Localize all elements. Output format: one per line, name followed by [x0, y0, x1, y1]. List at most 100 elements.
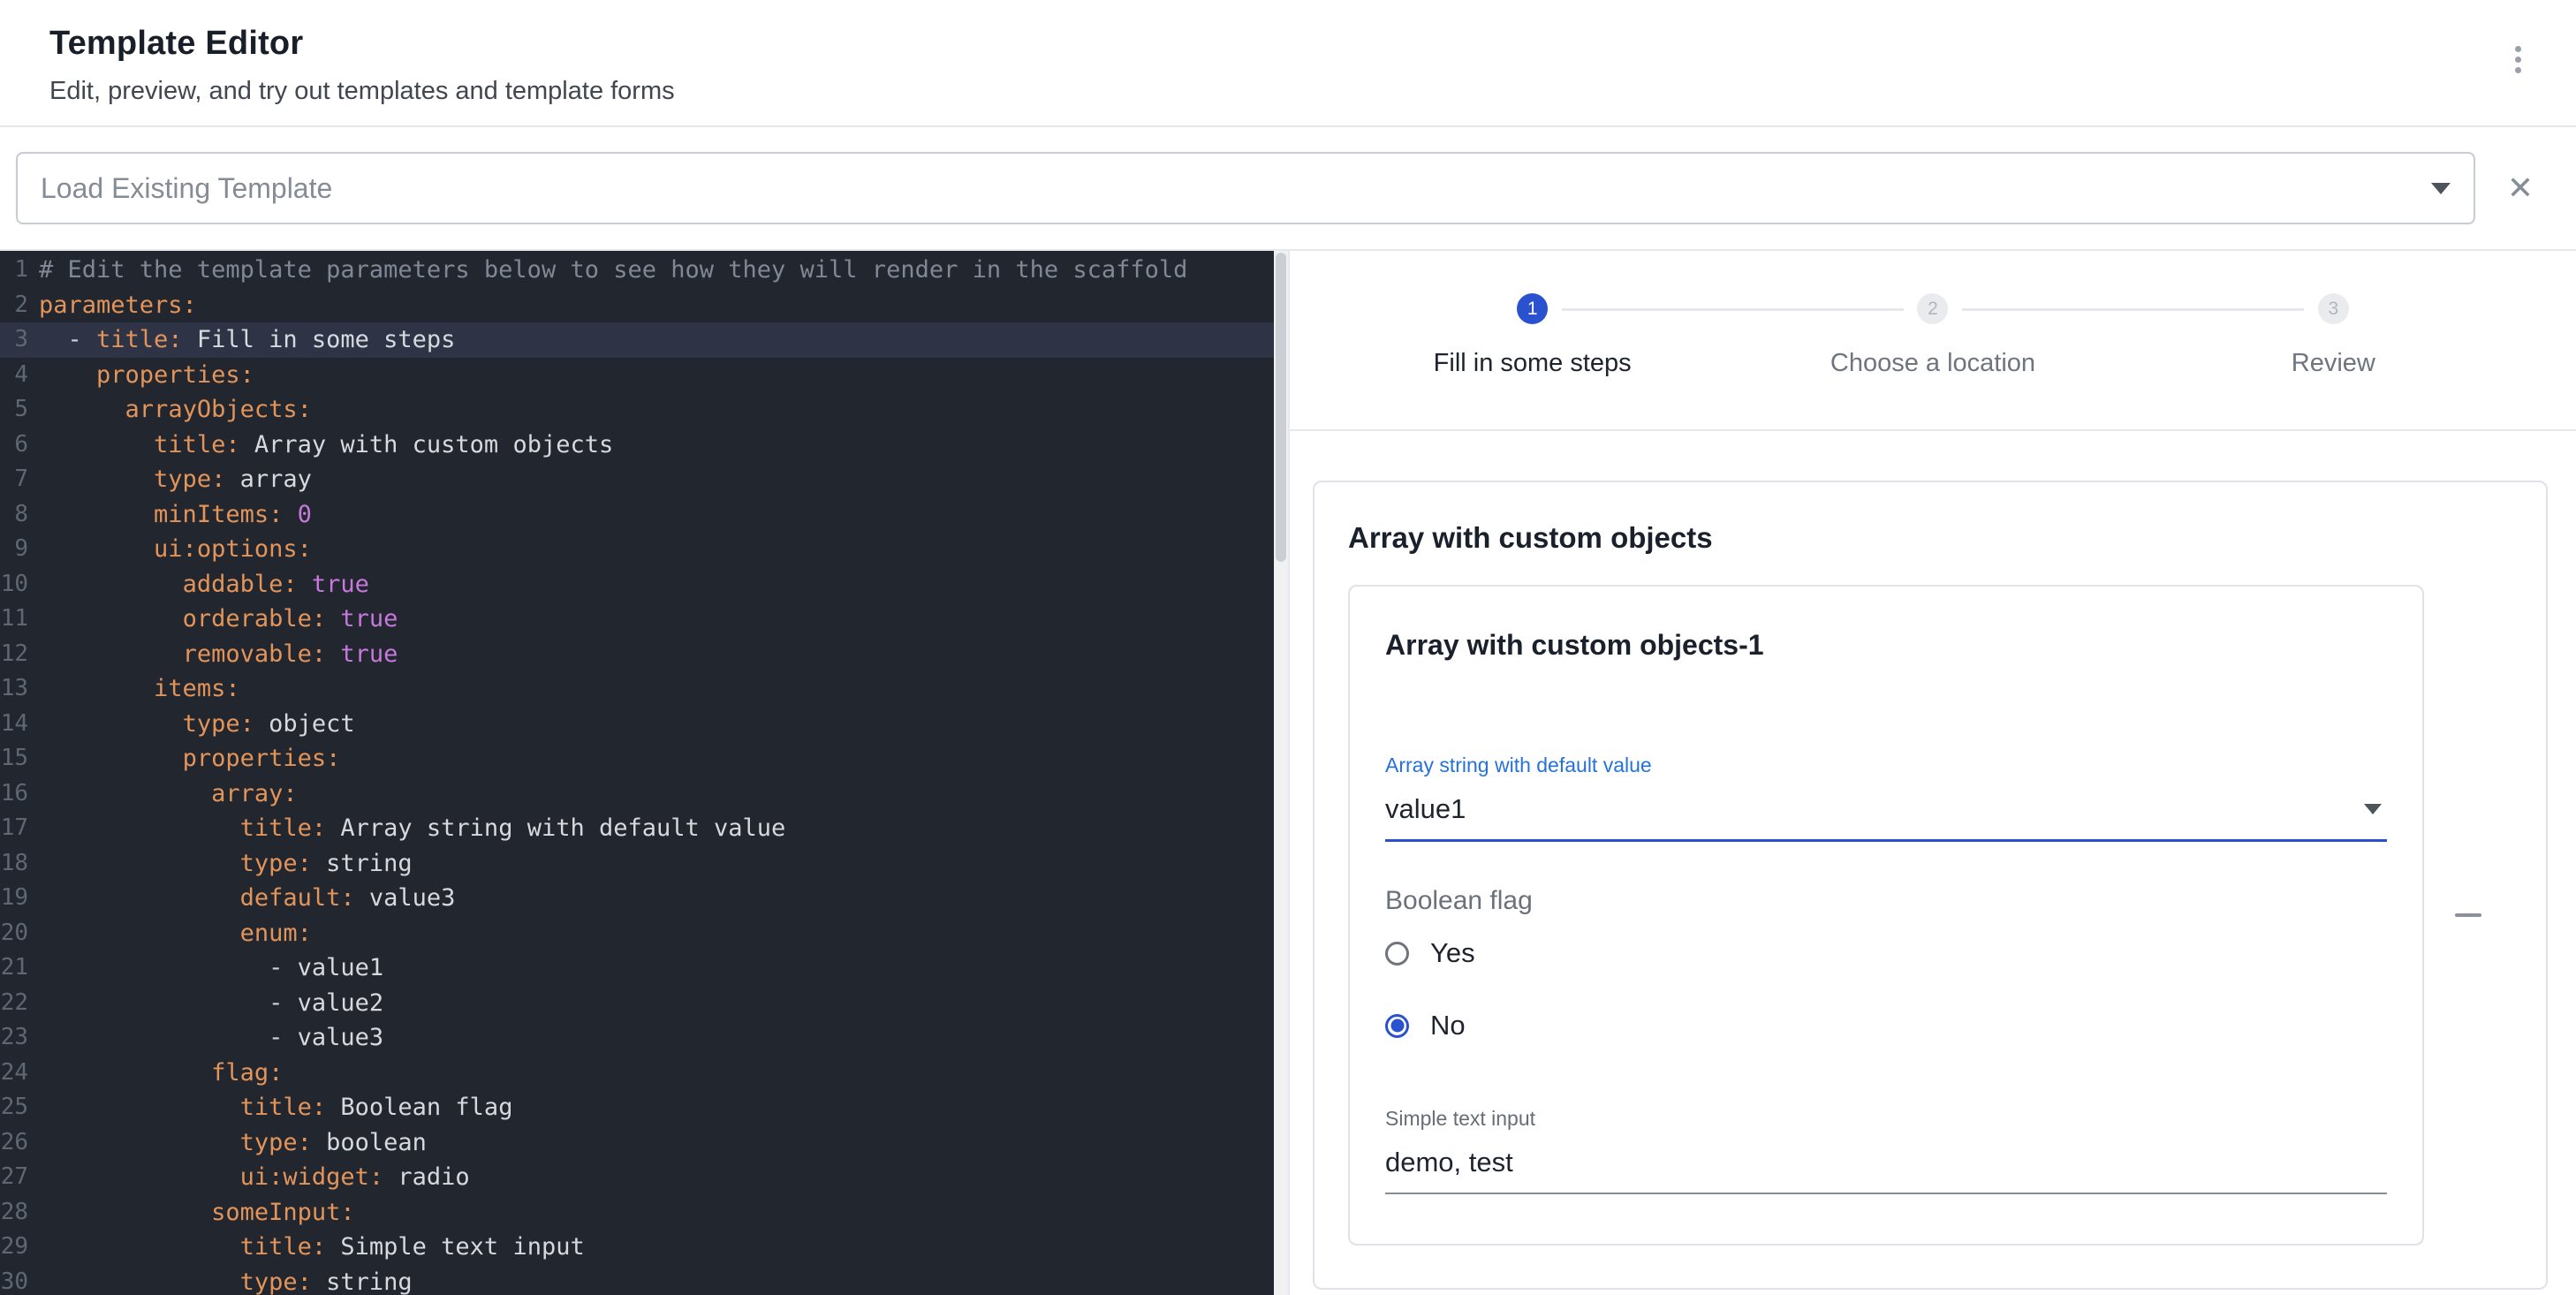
load-template-placeholder: Load Existing Template [41, 172, 2431, 205]
line-number: 10 [0, 567, 28, 602]
step-circle: 1 [1517, 293, 1548, 324]
code-line[interactable]: 5 arrayObjects: [0, 392, 1274, 428]
array-section-title: Array with custom objects [1348, 521, 2512, 555]
close-icon: ✕ [2507, 170, 2534, 206]
radio-label: Yes [1430, 937, 1475, 969]
code-line[interactable]: 24 flag: [0, 1056, 1274, 1091]
code-line[interactable]: 2parameters: [0, 288, 1274, 323]
step-review[interactable]: 3 Review [2133, 293, 2534, 378]
radio-option-yes[interactable]: Yes [1385, 918, 2387, 988]
line-number: 21 [0, 950, 28, 986]
code-text: arrayObjects: [39, 392, 312, 428]
code-text: title: Array with custom objects [39, 428, 613, 463]
code-line[interactable]: 6 title: Array with custom objects [0, 428, 1274, 463]
line-number: 20 [0, 916, 28, 951]
line-number: 22 [0, 986, 28, 1021]
line-number: 27 [0, 1160, 28, 1195]
editor-scrollbar[interactable] [1274, 251, 1288, 1295]
step-circle: 2 [1917, 293, 1948, 324]
radio-option-no[interactable]: No [1385, 990, 2387, 1061]
code-line[interactable]: 30 type: string [0, 1265, 1274, 1295]
line-number: 1 [0, 253, 28, 288]
load-template-select[interactable]: Load Existing Template [16, 152, 2475, 224]
code-line[interactable]: 13 items: [0, 671, 1274, 707]
code-text: title: Boolean flag [39, 1090, 512, 1125]
minus-icon [2455, 913, 2481, 917]
code-line[interactable]: 4 properties: [0, 358, 1274, 393]
line-number: 30 [0, 1265, 28, 1295]
code-text: enum: [39, 916, 312, 951]
code-text: type: string [39, 846, 413, 882]
line-number: 8 [0, 497, 28, 533]
code-line[interactable]: 7 type: array [0, 462, 1274, 497]
code-line[interactable]: 3 - title: Fill in some steps [0, 322, 1274, 358]
code-line[interactable]: 12 removable: true [0, 637, 1274, 672]
step-label: Review [2292, 349, 2375, 378]
boolean-flag-label: Boolean flag [1385, 886, 2387, 916]
code-line[interactable]: 26 type: boolean [0, 1125, 1274, 1161]
code-line[interactable]: 8 minItems: 0 [0, 497, 1274, 533]
code-line[interactable]: 17 title: Array string with default valu… [0, 811, 1274, 846]
kebab-dot [2515, 57, 2521, 63]
code-text: type: boolean [39, 1125, 427, 1161]
line-number: 29 [0, 1230, 28, 1265]
dropdown-caret-icon [2364, 804, 2382, 814]
code-line[interactable]: 19 default: value3 [0, 881, 1274, 916]
code-text: type: string [39, 1265, 413, 1295]
code-line[interactable]: 22 - value2 [0, 986, 1274, 1021]
line-number: 9 [0, 532, 28, 567]
line-number: 18 [0, 846, 28, 882]
line-number: 11 [0, 602, 28, 637]
code-line[interactable]: 29 title: Simple text input [0, 1230, 1274, 1265]
step-choose-a-location[interactable]: 2 Choose a location [1732, 293, 2133, 378]
scrollbar-thumb[interactable] [1276, 253, 1286, 562]
code-line[interactable]: 20 enum: [0, 916, 1274, 951]
code-text: removable: true [39, 637, 398, 672]
code-text: type: array [39, 462, 312, 497]
code-line[interactable]: 11 orderable: true [0, 602, 1274, 637]
code-text: # Edit the template parameters below to … [39, 253, 1187, 288]
simple-text-input[interactable] [1385, 1147, 2387, 1194]
array-string-select[interactable]: value1 [1385, 793, 2387, 842]
line-number: 23 [0, 1020, 28, 1056]
code-line[interactable]: 23 - value3 [0, 1020, 1274, 1056]
line-number: 25 [0, 1090, 28, 1125]
remove-item-column [2424, 899, 2512, 931]
code-line[interactable]: 14 type: object [0, 707, 1274, 742]
code-text: - value2 [39, 986, 383, 1021]
kebab-menu-icon[interactable] [2510, 41, 2527, 79]
line-number: 24 [0, 1056, 28, 1091]
code-text: - title: Fill in some steps [39, 322, 455, 358]
code-text: addable: true [39, 567, 369, 602]
code-line[interactable]: 21 - value1 [0, 950, 1274, 986]
page-title: Template Editor [49, 23, 2527, 64]
remove-item-button[interactable] [2441, 899, 2496, 931]
kebab-dot [2515, 67, 2521, 73]
code-line[interactable]: 9 ui:options: [0, 532, 1274, 567]
line-number: 3 [0, 322, 28, 358]
simple-text-label: Simple text input [1385, 1107, 2387, 1131]
code-line[interactable]: 25 title: Boolean flag [0, 1090, 1274, 1125]
code-line[interactable]: 28 someInput: [0, 1195, 1274, 1231]
code-text: orderable: true [39, 602, 398, 637]
code-editor[interactable]: 1 # Edit the template parameters below to… [0, 251, 1288, 1295]
code-line[interactable]: 15 properties: [0, 741, 1274, 776]
line-number: 7 [0, 462, 28, 497]
dropdown-caret-icon [2431, 183, 2451, 194]
step-fill-in-some-steps[interactable]: 1 Fill in some steps [1332, 293, 1732, 378]
code-text: properties: [39, 741, 340, 776]
form-preview: Array with custom objects Array with cus… [1290, 431, 2576, 1295]
code-lines[interactable]: 1 # Edit the template parameters below to… [0, 251, 1274, 1295]
code-line[interactable]: 27 ui:widget: radio [0, 1160, 1274, 1195]
array-item-title: Array with custom objects-1 [1385, 629, 2387, 662]
line-number: 2 [0, 288, 28, 323]
code-line[interactable]: 10 addable: true [0, 567, 1274, 602]
code-line[interactable]: 16 array: [0, 776, 1274, 812]
radio-label: No [1430, 1010, 1466, 1041]
code-line[interactable]: 18 type: string [0, 846, 1274, 882]
code-line[interactable]: 1 # Edit the template parameters below to… [0, 253, 1274, 288]
line-number: 6 [0, 428, 28, 463]
line-number: 19 [0, 881, 28, 916]
clear-template-button[interactable]: ✕ [2500, 167, 2541, 209]
array-item-card: Array with custom objects-1 Array string… [1348, 585, 2424, 1246]
